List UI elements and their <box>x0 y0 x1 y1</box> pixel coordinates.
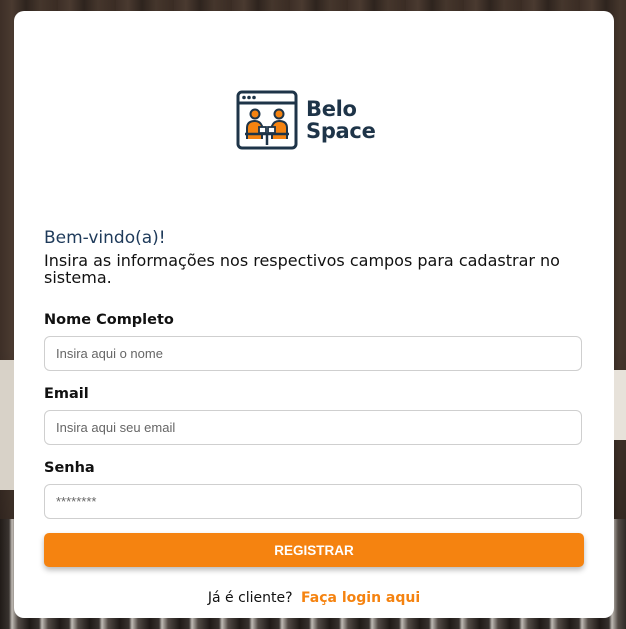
email-label: Email <box>44 386 89 402</box>
background-detail-left <box>0 360 14 490</box>
brand-name: Belo Space <box>306 98 376 142</box>
background-detail-right <box>614 370 626 440</box>
login-link[interactable]: Faça login aqui <box>301 590 420 606</box>
welcome-title: Bem-vindo(a)! <box>44 228 166 248</box>
password-label: Senha <box>44 460 95 476</box>
login-prompt-text: Já é cliente? <box>207 590 293 606</box>
name-input[interactable] <box>44 336 582 371</box>
brand-name-line2: Space <box>306 119 376 143</box>
password-input[interactable] <box>44 484 582 519</box>
brand-name-line1: Belo <box>306 97 357 121</box>
welcome-subtitle: Insira as informações nos respectivos ca… <box>44 251 560 287</box>
name-label: Nome Completo <box>44 312 174 328</box>
register-card: Belo Space Bem-vindo(a)! Insira as infor… <box>14 11 614 618</box>
email-input[interactable] <box>44 410 582 445</box>
coworking-window-icon <box>236 90 298 150</box>
register-button[interactable]: REGISTRAR <box>44 533 584 567</box>
brand-logo: Belo Space <box>236 90 376 150</box>
login-prompt: Já é cliente? Faça login aqui <box>14 590 614 606</box>
